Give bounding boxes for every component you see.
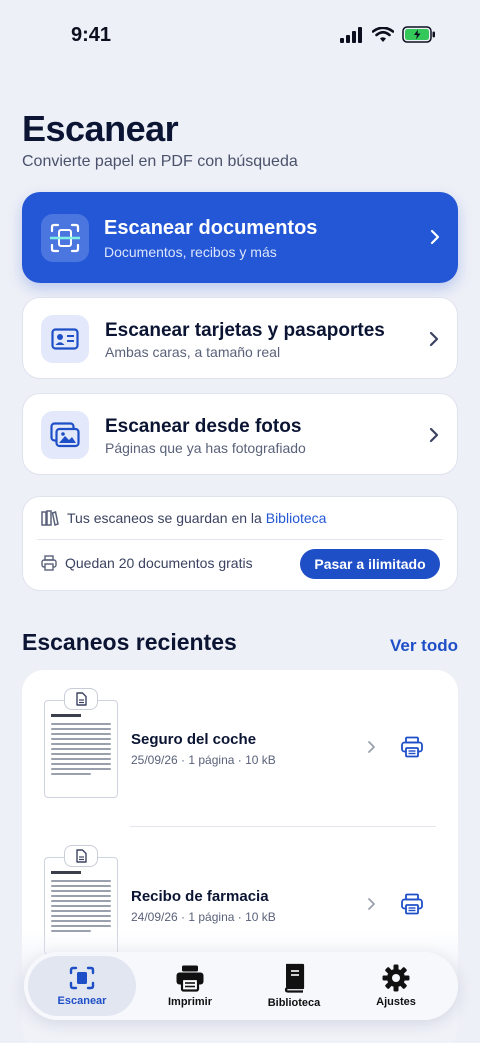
scan-document-icon [41, 214, 89, 262]
tab-label: Escanear [57, 995, 107, 1007]
tab-settings[interactable]: Ajustes [342, 956, 450, 1016]
printer-icon [176, 965, 204, 992]
tab-library[interactable]: Biblioteca [240, 956, 348, 1016]
divider [37, 539, 443, 540]
upgrade-button[interactable]: Pasar a ilimitado [300, 549, 440, 579]
library-icon [41, 510, 59, 526]
scan-documents-title: Escanear documentos [104, 217, 318, 239]
scan-documents-subtitle: Documentos, recibos y más [104, 244, 277, 260]
recent-scans-title: Escaneos recientes [22, 629, 237, 655]
scan-from-photos-button[interactable]: Escanear desde fotos Páginas que ya has … [22, 393, 458, 475]
scan-from-photos-subtitle: Páginas que ya has fotografiado [105, 440, 306, 456]
chevron-right-icon [368, 898, 375, 910]
status-bar: 9:41 [0, 0, 480, 72]
chevron-right-icon [429, 331, 439, 347]
see-all-link[interactable]: Ver todo [390, 636, 458, 656]
printer-icon [41, 555, 57, 571]
library-info: Tus escaneos se guardan en la Biblioteca [41, 510, 326, 526]
document-icon [64, 688, 98, 710]
page-subtitle: Convierte papel en PDF con búsqueda [22, 153, 298, 170]
scan-from-photos-title: Escanear desde fotos [105, 416, 302, 437]
scan-icon [69, 966, 95, 990]
document-name: Recibo de farmacia [131, 888, 269, 905]
chevron-right-icon [368, 741, 375, 753]
tab-scan[interactable]: Escanear [28, 956, 136, 1016]
document-thumbnail [44, 700, 118, 798]
print-button[interactable] [400, 893, 424, 915]
tab-bar: Escanear Imprimir Biblioteca Ajustes [24, 952, 458, 1020]
document-icon [64, 845, 98, 867]
scan-cards-button[interactable]: Escanear tarjetas y pasaportes Ambas car… [22, 297, 458, 379]
tab-label: Imprimir [167, 996, 212, 1008]
scan-cards-title: Escanear tarjetas y pasaportes [105, 320, 385, 341]
signal-icon [340, 26, 362, 43]
battery-icon [402, 26, 435, 43]
book-icon [284, 963, 305, 993]
tab-label: Ajustes [376, 996, 416, 1008]
document-meta: 24/09/26 · 1 página · 10 kB [131, 910, 276, 924]
scan-documents-button[interactable]: Escanear documentos Documentos, recibos … [22, 192, 458, 283]
page-title: Escanear [22, 108, 179, 149]
free-docs-text: Quedan 20 documentos gratis [65, 555, 253, 571]
tab-label: Biblioteca [267, 997, 321, 1009]
status-time: 9:41 [71, 24, 112, 46]
chevron-right-icon [430, 229, 440, 245]
wifi-icon [372, 26, 394, 42]
chevron-right-icon [429, 427, 439, 443]
document-meta: 25/09/26 · 1 página · 10 kB [131, 753, 276, 767]
library-link[interactable]: Biblioteca [266, 510, 327, 526]
id-card-icon [41, 315, 89, 363]
status-icons [340, 26, 436, 43]
scan-cards-subtitle: Ambas caras, a tamaño real [105, 344, 281, 360]
print-button[interactable] [400, 736, 424, 758]
list-item[interactable]: Seguro del coche 25/09/26 · 1 página · 1… [22, 670, 458, 820]
document-name: Seguro del coche [131, 731, 257, 748]
gear-icon [382, 964, 410, 992]
tab-print[interactable]: Imprimir [136, 956, 244, 1016]
photos-icon [41, 411, 89, 459]
library-info-text: Tus escaneos se guardan en la [67, 510, 262, 526]
info-card: Tus escaneos se guardan en la Biblioteca… [22, 496, 458, 591]
free-docs-info: Quedan 20 documentos gratis [41, 555, 253, 571]
